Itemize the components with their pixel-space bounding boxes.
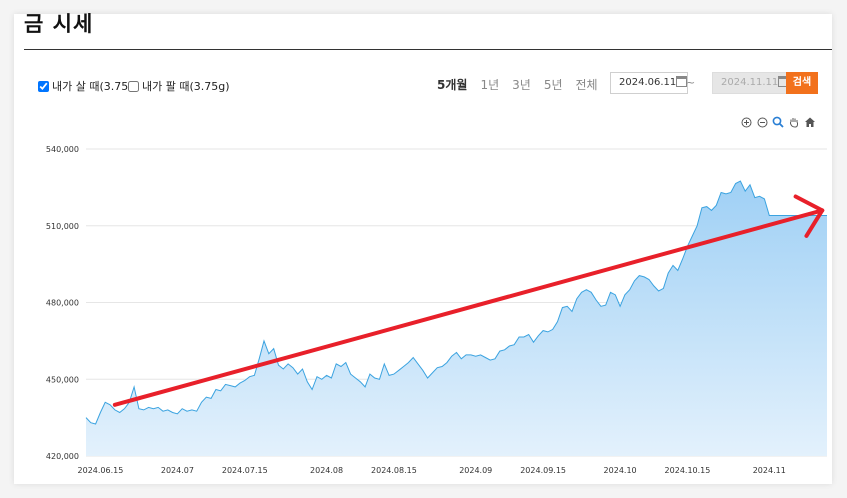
x-tick-label: 2024.09.15 — [520, 466, 566, 475]
gold-price-chart: 540,000 510,000 480,000 450,000 420,000 2024… — [46, 145, 827, 475]
y-tick-label: 450,000 — [46, 375, 79, 384]
x-axis: 2024.06.15 2024.07 2024.07.15 2024.08 2024.0… — [78, 466, 786, 475]
trend-arrow-head — [793, 194, 825, 213]
x-tick-label: 2024.10.15 — [665, 466, 711, 475]
y-axis: 540,000 510,000 480,000 450,000 420,000 — [46, 145, 79, 461]
x-tick-label: 2024.06.15 — [78, 466, 124, 475]
x-tick-label: 2024.10 — [604, 466, 637, 475]
y-tick-label: 510,000 — [46, 222, 79, 231]
x-tick-label: 2024.08.15 — [371, 466, 417, 475]
y-tick-label: 540,000 — [46, 145, 79, 154]
y-tick-label: 420,000 — [46, 452, 79, 461]
x-tick-label: 2024.09 — [459, 466, 492, 475]
y-tick-label: 480,000 — [46, 299, 79, 308]
x-tick-label: 2024.08 — [310, 466, 343, 475]
x-tick-label: 2024.07 — [161, 466, 194, 475]
x-tick-label: 2024.07.15 — [222, 466, 268, 475]
price-area — [86, 181, 827, 456]
x-tick-label: 2024.11 — [753, 466, 786, 475]
